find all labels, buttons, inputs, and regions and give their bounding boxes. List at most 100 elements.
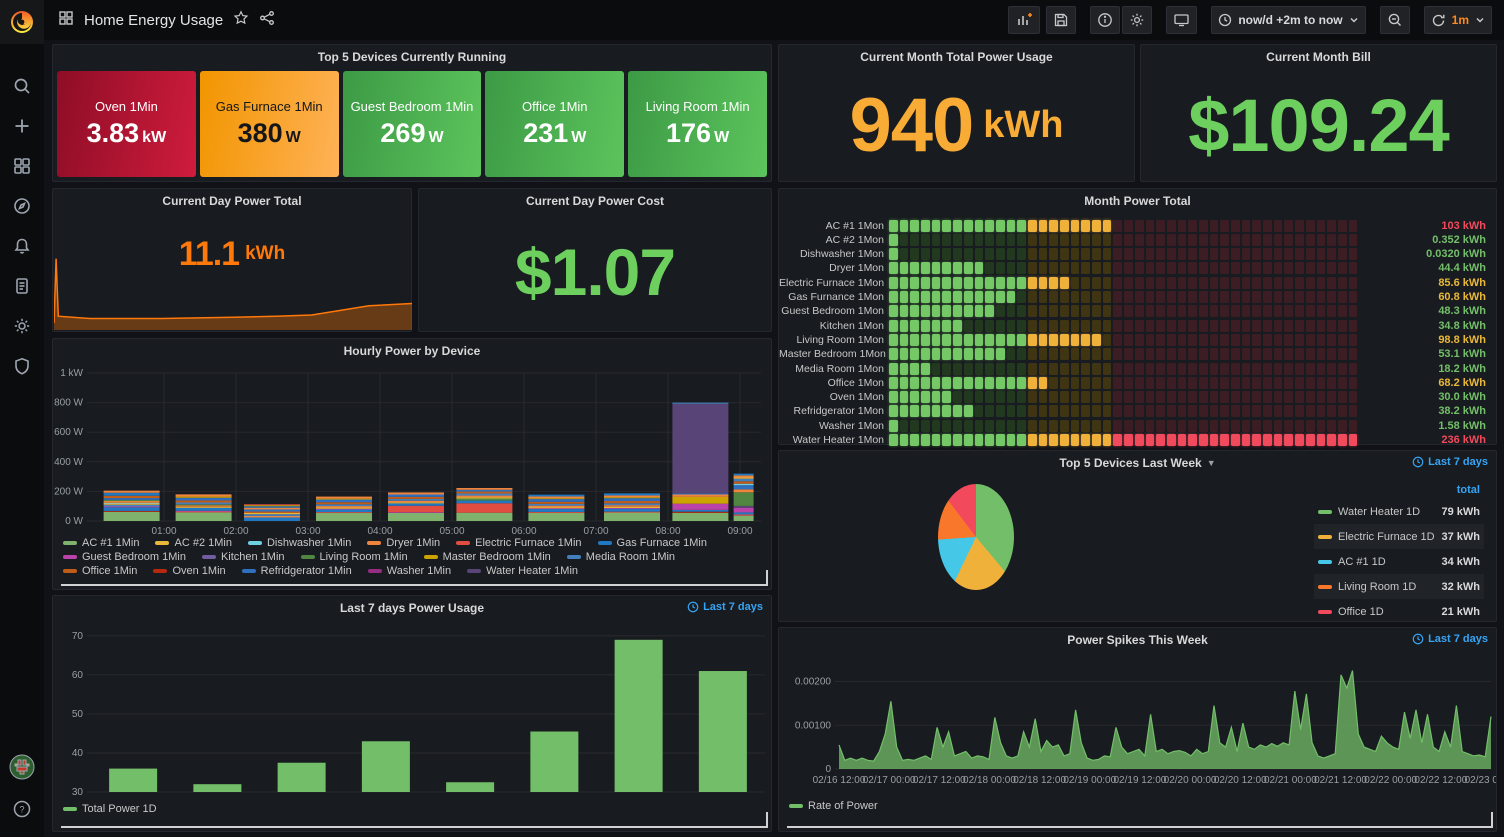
refresh-button[interactable]: 1m (1424, 6, 1492, 34)
legend-item[interactable]: Washer 1Min (368, 565, 451, 577)
panel-title[interactable]: Top 5 Devices Last Week▼ Last 7 days (779, 451, 1496, 475)
legend-item[interactable]: Oven 1Min (153, 565, 225, 577)
time-link[interactable]: Last 7 days (1412, 456, 1488, 468)
svg-text:02/21 00:00: 02/21 00:00 (1264, 775, 1317, 786)
pie-legend-row[interactable]: Water Heater 1D79 kWh (1314, 499, 1484, 524)
pie-chart[interactable] (938, 484, 1014, 590)
pie-legend-row[interactable]: Office 1D21 kWh (1314, 599, 1484, 624)
panel-title[interactable]: Last 7 days Power Usage Last 7 days (53, 596, 771, 620)
pie-legend-row[interactable]: Living Room 1D32 kWh (1314, 574, 1484, 599)
tv-mode-button[interactable] (1166, 6, 1197, 34)
dashboard-title[interactable]: Home Energy Usage (84, 12, 223, 29)
led-cell (1135, 248, 1144, 260)
legend-item[interactable]: Office 1Min (63, 565, 137, 577)
panel-top5-running: Top 5 Devices Currently Running Oven 1Mi… (52, 44, 772, 182)
led-cell (964, 277, 973, 289)
stat-tile[interactable]: Guest Bedroom 1Min269W (343, 71, 482, 177)
led-cell (921, 305, 930, 317)
led-cell (889, 391, 898, 403)
legend-item[interactable]: AC #1 1Min (63, 537, 139, 549)
led-cell (985, 405, 994, 417)
led-cell (1188, 248, 1197, 260)
pie-legend-row[interactable]: Electric Furnace 1D37 kWh (1314, 524, 1484, 549)
explore-icon[interactable] (8, 192, 36, 220)
led-cell (1028, 248, 1037, 260)
legend-item[interactable]: AC #2 1Min (155, 537, 231, 549)
led-cell (1092, 348, 1101, 360)
led-cell (1028, 434, 1037, 446)
grafana-logo-icon[interactable] (0, 0, 44, 44)
led-cell (1156, 434, 1165, 446)
stat-tile[interactable]: Office 1Min231W (485, 71, 624, 177)
save-dashboard-button[interactable] (1046, 6, 1076, 34)
help-icon[interactable]: ? (8, 795, 36, 823)
stat-tile[interactable]: Living Room 1Min176W (628, 71, 767, 177)
legend-item[interactable]: Electric Furnace 1Min (456, 537, 581, 549)
led-cell (900, 363, 909, 375)
legend-value: 32 kWh (1441, 581, 1480, 593)
docs-icon[interactable] (8, 272, 36, 300)
led-cell (1231, 320, 1240, 332)
configuration-icon[interactable] (8, 312, 36, 340)
legend-item[interactable]: Dryer 1Min (367, 537, 440, 549)
led-cell (975, 391, 984, 403)
info-button[interactable] (1090, 6, 1120, 34)
led-cell (1092, 363, 1101, 375)
legend-item[interactable]: Water Heater 1Min (467, 565, 578, 577)
stat-tile[interactable]: Gas Furnace 1Min380W (200, 71, 339, 177)
panel-title[interactable]: Top 5 Devices Currently Running (53, 45, 771, 69)
admin-shield-icon[interactable] (8, 352, 36, 380)
legend-item[interactable]: Refridgerator 1Min (242, 565, 352, 577)
led-cell (1017, 348, 1026, 360)
add-panel-button[interactable] (1008, 6, 1040, 34)
avatar[interactable] (8, 753, 36, 781)
panel-title[interactable]: Hourly Power by Device (53, 339, 771, 363)
panel-title[interactable]: Current Day Power Total (53, 189, 411, 213)
led-cell (1338, 305, 1347, 317)
zoom-out-time-button[interactable] (1380, 6, 1410, 34)
panel-title[interactable]: Current Month Total Power Usage (779, 45, 1134, 69)
dashboards-icon[interactable] (8, 152, 36, 180)
panel-title[interactable]: Current Month Bill (1141, 45, 1496, 69)
search-icon[interactable] (8, 72, 36, 100)
legend-scrollbar[interactable] (787, 812, 1493, 828)
legend-item[interactable]: Master Bedroom 1Min (424, 551, 551, 563)
legend-item[interactable]: Rate of Power (789, 800, 878, 812)
legend-item[interactable]: Gas Furnace 1Min (598, 537, 707, 549)
time-link[interactable]: Last 7 days (687, 601, 763, 613)
pie-legend-row[interactable]: AC #1 1D34 kWh (1314, 549, 1484, 574)
led-cell (1113, 348, 1122, 360)
alerting-icon[interactable] (8, 232, 36, 260)
led-row-value: 85.6 kWh (1438, 277, 1486, 289)
legend-item[interactable]: Guest Bedroom 1Min (63, 551, 186, 563)
legend-item[interactable]: Living Room 1Min (301, 551, 408, 563)
star-icon[interactable] (233, 10, 249, 31)
panel-title[interactable]: Power Spikes This Week Last 7 days (779, 628, 1496, 652)
svg-text:02/20 12:00: 02/20 12:00 (1214, 775, 1267, 786)
led-cell (1081, 305, 1090, 317)
panel-title[interactable]: Current Day Power Cost (419, 189, 771, 213)
legend-swatch (789, 804, 803, 808)
refresh-interval-label[interactable]: 1m (1452, 13, 1469, 27)
led-cell (1252, 262, 1261, 274)
led-cells (889, 234, 1357, 246)
stat-tile[interactable]: Oven 1Min3.83kW (57, 71, 196, 177)
legend-item[interactable]: Dishwasher 1Min (248, 537, 351, 549)
legend-item[interactable]: Total Power 1D (63, 803, 157, 815)
led-cell (1295, 420, 1304, 432)
plus-icon[interactable] (8, 112, 36, 140)
panel-title[interactable]: Month Power Total (779, 189, 1496, 213)
led-cell (1178, 305, 1187, 317)
legend-item[interactable]: Kitchen 1Min (202, 551, 285, 563)
dashboard-settings-button[interactable] (1122, 6, 1152, 34)
led-cell (1242, 434, 1251, 446)
legend-item[interactable]: Media Room 1Min (567, 551, 675, 563)
led-cell (889, 363, 898, 375)
time-range-picker[interactable]: now/d +2m to now (1211, 6, 1365, 34)
share-icon[interactable] (259, 10, 275, 31)
dashboard-grid-icon[interactable] (58, 10, 74, 31)
led-cell (900, 277, 909, 289)
led-row: Dryer 1Mon44.4 kWh (779, 262, 1496, 275)
led-row: Oven 1Mon30.0 kWh (779, 391, 1496, 404)
time-link[interactable]: Last 7 days (1412, 633, 1488, 645)
